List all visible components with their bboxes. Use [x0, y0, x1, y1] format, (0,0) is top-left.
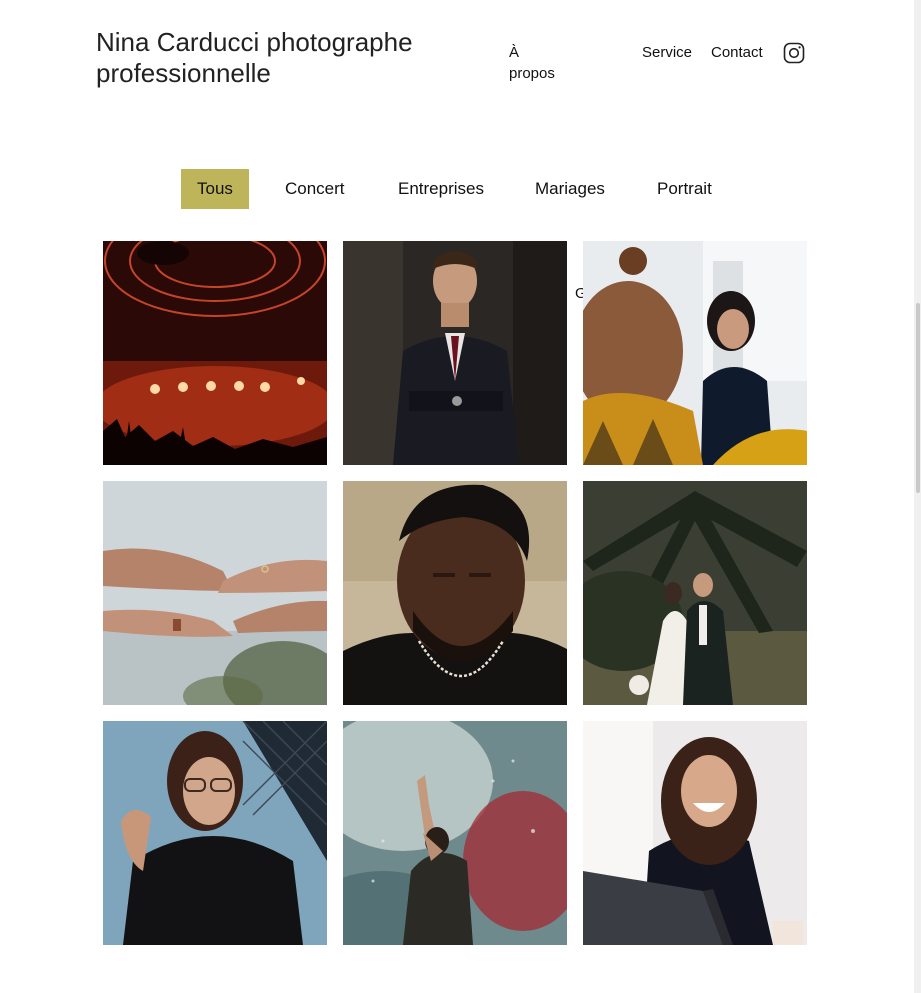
nav-link-service[interactable]: Service: [642, 42, 692, 63]
filter-portrait[interactable]: Portrait: [641, 169, 728, 209]
nav-link-contact[interactable]: Contact: [711, 42, 763, 63]
photo-wedding-couple[interactable]: [583, 481, 807, 705]
photo-man-portrait[interactable]: [343, 481, 567, 705]
nav-link-about[interactable]: À propos: [509, 42, 561, 84]
filter-concert[interactable]: Concert: [269, 169, 361, 209]
site-title: Nina Carducci photographe professionnell…: [96, 27, 413, 88]
photo-concert-stage[interactable]: [103, 241, 327, 465]
photo-businessman[interactable]: [343, 241, 567, 465]
filter-bar: Tous Concert Entreprises Mariages Portra…: [0, 169, 921, 209]
scrollbar[interactable]: [914, 0, 921, 993]
photo-office-meeting[interactable]: [583, 241, 807, 465]
photo-woman-glasses[interactable]: [103, 721, 327, 945]
filter-tous[interactable]: Tous: [181, 169, 249, 209]
instagram-icon[interactable]: [783, 42, 805, 64]
photo-singer-smoke[interactable]: [343, 721, 567, 945]
filter-mariages[interactable]: Mariages: [519, 169, 621, 209]
scrollbar-thumb[interactable]: [916, 303, 920, 493]
photo-woman-laptop[interactable]: [583, 721, 807, 945]
filter-entreprises[interactable]: Entreprises: [382, 169, 500, 209]
photo-hands-rings[interactable]: [103, 481, 327, 705]
